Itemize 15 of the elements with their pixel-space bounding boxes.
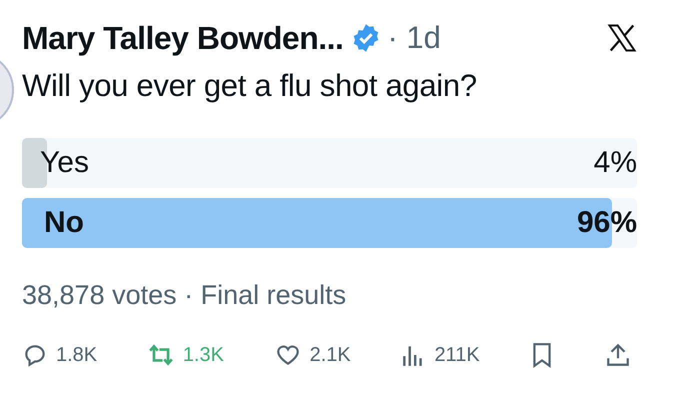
x-logo-icon[interactable] — [607, 23, 637, 53]
author-name[interactable]: Mary Talley Bowden... — [22, 20, 344, 56]
like-button[interactable]: 2.1K — [274, 342, 351, 368]
poll-summary: 38,878 votes · Final results — [22, 280, 348, 311]
poll-option-label: Yes — [40, 146, 89, 180]
share-button[interactable] — [604, 341, 631, 369]
post-time: · 1d — [387, 20, 441, 56]
poll-option-label: No — [44, 206, 84, 240]
repost-icon — [146, 342, 175, 368]
poll-percent: 4% — [594, 146, 637, 180]
share-icon — [604, 341, 631, 369]
views-button[interactable]: 211K — [400, 342, 480, 368]
poll-percent: 96% — [576, 206, 637, 240]
tweet-text: Will you ever get a flu shot again? — [22, 68, 478, 104]
reply-button[interactable]: 1.8K — [22, 342, 98, 368]
